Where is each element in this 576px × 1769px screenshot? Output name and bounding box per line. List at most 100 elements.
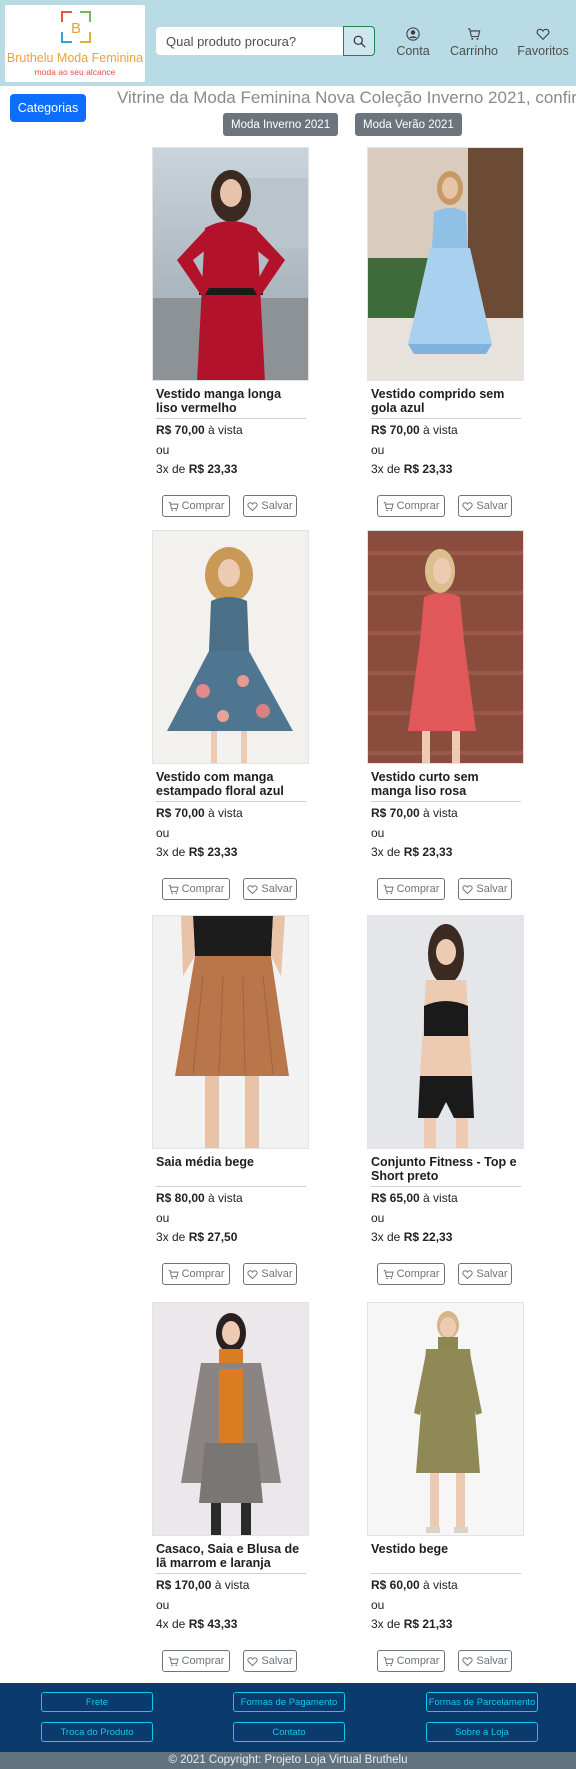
- product-name[interactable]: Conjunto Fitness - Top e Short preto: [371, 1155, 521, 1183]
- product-card: Saia média bege R$ 80,00 à vista ou 3x d…: [147, 913, 313, 1285]
- nav-account-label: Conta: [396, 44, 430, 58]
- product-name[interactable]: Vestido manga longa liso vermelho: [156, 387, 306, 415]
- cart-icon: [168, 1656, 179, 1666]
- footer-link-exchange[interactable]: Troca do Produto: [41, 1722, 153, 1742]
- product-price: R$ 70,00 à vista: [371, 423, 458, 437]
- product-image[interactable]: [367, 1302, 524, 1536]
- product-installments: 3x de R$ 23,33: [371, 845, 453, 859]
- buy-button[interactable]: Comprar: [377, 878, 445, 900]
- buy-button[interactable]: Comprar: [377, 1263, 445, 1285]
- cart-icon: [168, 501, 179, 511]
- logo-slogan: moda ao seu alcance: [34, 67, 116, 77]
- header: B Bruthelu Moda Feminina moda ao seu alc…: [0, 0, 576, 86]
- save-button[interactable]: Salvar: [243, 1263, 297, 1285]
- product-card: Vestido curto sem manga liso rosa R$ 70,…: [362, 528, 528, 900]
- save-button[interactable]: Salvar: [243, 495, 297, 517]
- product-image[interactable]: [367, 530, 524, 764]
- divider: [371, 1573, 521, 1574]
- divider: [156, 1573, 306, 1574]
- save-button[interactable]: Salvar: [243, 878, 297, 900]
- footer-link-installments[interactable]: Formas de Parcelamento: [426, 1692, 538, 1712]
- search-button[interactable]: [343, 26, 375, 56]
- heart-icon: [247, 1269, 259, 1279]
- product-card: Vestido comprido sem gola azul R$ 70,00 …: [362, 145, 528, 517]
- or-label: ou: [371, 1598, 385, 1612]
- save-button[interactable]: Salvar: [243, 1650, 297, 1672]
- product-name[interactable]: Vestido curto sem manga liso rosa: [371, 770, 521, 798]
- divider: [371, 801, 521, 802]
- product-name[interactable]: Casaco, Saia e Blusa de lã marrom e lara…: [156, 1542, 306, 1570]
- buy-button[interactable]: Comprar: [162, 1263, 230, 1285]
- nav-account[interactable]: Conta: [396, 27, 430, 58]
- heart-icon: [462, 501, 474, 511]
- or-label: ou: [156, 443, 170, 457]
- product-installments: 3x de R$ 27,50: [156, 1230, 238, 1244]
- product-card: Vestido com manga estampado floral azul …: [147, 528, 313, 900]
- filter-summer-2021[interactable]: Moda Verão 2021: [355, 113, 462, 136]
- heart-icon: [536, 28, 550, 40]
- product-installments: 3x de R$ 23,33: [156, 845, 238, 859]
- product-price: R$ 70,00 à vista: [156, 806, 243, 820]
- nav-cart-label: Carrinho: [450, 44, 498, 58]
- or-label: ou: [156, 1211, 170, 1225]
- product-card: Conjunto Fitness - Top e Short preto R$ …: [362, 913, 528, 1285]
- heart-icon: [462, 1656, 474, 1666]
- product-name[interactable]: Saia média bege: [156, 1155, 306, 1169]
- footer-link-payment[interactable]: Formas de Pagamento: [233, 1692, 345, 1712]
- product-image[interactable]: [152, 915, 309, 1149]
- cart-icon: [168, 1269, 179, 1279]
- or-label: ou: [371, 826, 385, 840]
- nav-favorites[interactable]: Favoritos: [517, 27, 569, 58]
- product-image[interactable]: [367, 915, 524, 1149]
- buy-button[interactable]: Comprar: [162, 878, 230, 900]
- product-name[interactable]: Vestido bege: [371, 1542, 521, 1556]
- product-price: R$ 80,00 à vista: [156, 1191, 243, 1205]
- cart-icon: [467, 28, 481, 40]
- buy-button[interactable]: Comprar: [377, 1650, 445, 1672]
- cart-icon: [383, 1269, 394, 1279]
- or-label: ou: [371, 443, 385, 457]
- save-button[interactable]: Salvar: [458, 1263, 512, 1285]
- cart-icon: [168, 884, 179, 894]
- save-button[interactable]: Salvar: [458, 1650, 512, 1672]
- product-price: R$ 60,00 à vista: [371, 1578, 458, 1592]
- or-label: ou: [156, 1598, 170, 1612]
- nav-cart[interactable]: Carrinho: [449, 27, 499, 58]
- product-image[interactable]: [152, 530, 309, 764]
- or-label: ou: [371, 1211, 385, 1225]
- search-input[interactable]: [156, 27, 344, 55]
- divider: [156, 801, 306, 802]
- divider: [156, 418, 306, 419]
- heart-icon: [247, 501, 259, 511]
- product-price: R$ 170,00 à vista: [156, 1578, 250, 1592]
- buy-button[interactable]: Comprar: [162, 1650, 230, 1672]
- user-circle-icon: [406, 27, 420, 41]
- buy-button[interactable]: Comprar: [377, 495, 445, 517]
- save-button[interactable]: Salvar: [458, 495, 512, 517]
- product-price: R$ 70,00 à vista: [156, 423, 243, 437]
- product-card: Vestido bege R$ 60,00 à vista ou 3x de R…: [362, 1300, 528, 1672]
- product-image[interactable]: [152, 147, 309, 381]
- svg-text:B: B: [71, 20, 81, 37]
- footer-link-shipping[interactable]: Frete: [41, 1692, 153, 1712]
- product-image[interactable]: [367, 147, 524, 381]
- store-logo[interactable]: B Bruthelu Moda Feminina moda ao seu alc…: [5, 5, 145, 82]
- heart-icon: [462, 884, 474, 894]
- product-price: R$ 65,00 à vista: [371, 1191, 458, 1205]
- buy-button[interactable]: Comprar: [162, 495, 230, 517]
- product-installments: 3x de R$ 23,33: [371, 462, 453, 476]
- page-headline: Vitrine da Moda Feminina Nova Coleção In…: [117, 88, 576, 107]
- product-name[interactable]: Vestido comprido sem gola azul: [371, 387, 521, 415]
- categories-button[interactable]: Categorias: [10, 94, 86, 122]
- product-installments: 3x de R$ 21,33: [371, 1617, 453, 1631]
- product-name[interactable]: Vestido com manga estampado floral azul: [156, 770, 306, 798]
- save-button[interactable]: Salvar: [458, 878, 512, 900]
- or-label: ou: [156, 826, 170, 840]
- product-image[interactable]: [152, 1302, 309, 1536]
- footer-link-about[interactable]: Sobre a Loja: [426, 1722, 538, 1742]
- filter-winter-2021[interactable]: Moda Inverno 2021: [223, 113, 339, 136]
- product-card: Casaco, Saia e Blusa de lã marrom e lara…: [147, 1300, 313, 1672]
- product-installments: 3x de R$ 22,33: [371, 1230, 453, 1244]
- heart-icon: [462, 1269, 474, 1279]
- footer-link-contact[interactable]: Contato: [233, 1722, 345, 1742]
